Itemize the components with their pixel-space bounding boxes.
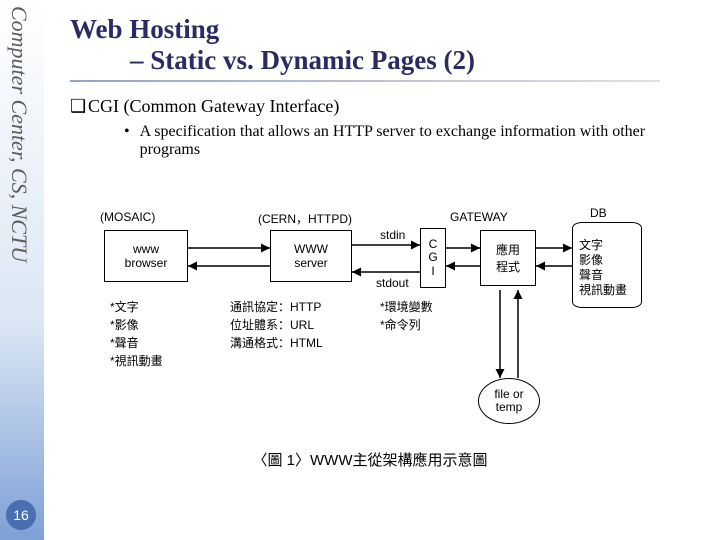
bullet-square-icon: ❑ [70,96,88,117]
box-db-l4: 視訊動畫 [579,283,637,298]
box-app: 應用 程式 [480,230,536,286]
bullet-cgi: ❑CGI (Common Gateway Interface) [70,96,700,117]
label-db: DB [590,206,607,220]
bullet-dot-icon: • [124,123,130,159]
box-cgi-l2: G [421,251,445,264]
diagram-caption: 〈圖 1〉WWW主從架構應用示意圖 [80,449,660,470]
sub-bullet-text: A specification that allows an HTTP serv… [140,123,700,159]
box-server-l2: server [271,256,351,270]
box-app-l1: 應用 [481,241,535,258]
note-right-b: *命令列 [380,316,421,333]
title-line1: Web Hosting [70,14,700,45]
box-server-l1: WWW [271,242,351,256]
sidebar: Computer Center, CS, NCTU 16 [0,0,44,540]
label-gateway: GATEWAY [450,210,508,224]
box-browser: www browser [104,230,188,282]
note-mid-b: 位址體系：URL [230,316,314,333]
note-left-a: *文字 [110,298,139,315]
label-stdin: stdin [380,228,405,242]
box-cgi-l3: I [421,265,445,278]
bullet-cgi-text: CGI (Common Gateway Interface) [88,96,339,116]
sidebar-org: Computer Center, CS, NCTU [6,6,32,262]
box-server: WWW server [270,230,352,282]
body-text: ❑CGI (Common Gateway Interface) • A spec… [70,96,700,159]
note-left-d: *視訊動畫 [110,352,163,369]
content-area: Web Hosting – Static vs. Dynamic Pages (… [70,14,700,159]
title-underline [70,80,660,82]
note-mid-a: 通訊協定：HTTP [230,298,321,315]
box-db-l1: 文字 [579,238,637,253]
box-db-l2: 影像 [579,253,637,268]
box-browser-l2: browser [105,256,187,270]
page-number: 16 [6,500,36,530]
diagram: (MOSAIC) (CERN，HTTPD) GATEWAY DB stdin s… [80,200,660,470]
note-left-c: *聲音 [110,334,139,351]
note-right-a: *環境變數 [380,298,433,315]
label-stdout: stdout [376,276,409,290]
box-db: 文字 影像 聲音 視訊動畫 [572,222,642,308]
box-app-l2: 程式 [481,258,535,275]
box-browser-l1: www [105,242,187,256]
note-left-b: *影像 [110,316,139,333]
title-line2: – Static vs. Dynamic Pages (2) [130,45,700,76]
sub-bullet-cgi: • A specification that allows an HTTP se… [124,123,700,159]
label-mosaic: (MOSAIC) [100,210,155,224]
note-mid-c: 溝通格式：HTML [230,334,323,351]
oval-file-l2: temp [496,401,523,414]
box-cgi: C G I [420,228,446,288]
box-db-l3: 聲音 [579,268,637,283]
label-cern: (CERN，HTTPD) [258,210,352,227]
oval-file: file or temp [478,378,540,424]
